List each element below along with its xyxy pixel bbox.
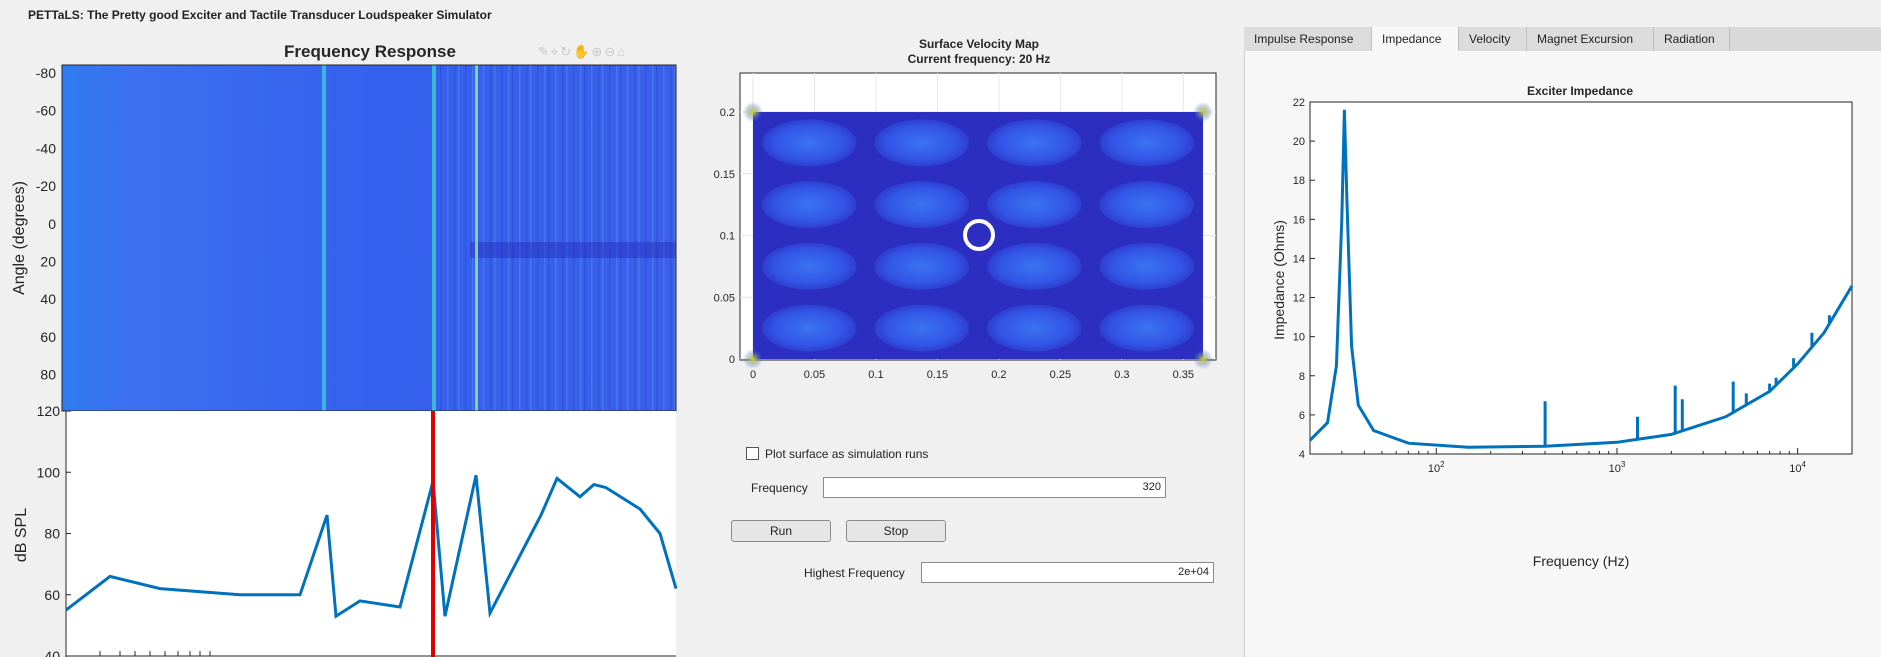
impedance-ytick-label: 22 bbox=[1293, 97, 1305, 109]
home-icon[interactable]: ⌂ bbox=[617, 44, 627, 59]
impedance-ytick-label: 10 bbox=[1293, 332, 1305, 344]
spl-ytick-label: 120 bbox=[37, 403, 61, 419]
impedance-xlabel: Frequency (Hz) bbox=[1533, 553, 1629, 569]
zoom-in-icon[interactable]: ⊕ bbox=[591, 44, 604, 59]
velocity-ytick-label: 0.15 bbox=[714, 169, 735, 181]
spl-plot bbox=[65, 411, 678, 657]
velocity-xtick-label: 0.15 bbox=[927, 369, 948, 381]
impedance-ytick-label: 6 bbox=[1299, 410, 1305, 422]
stop-button[interactable]: Stop bbox=[846, 520, 946, 542]
impedance-chart: Exciter Impedance 22 20 18 16 14 12 10 8 6 4 102 10… bbox=[1271, 84, 1854, 569]
impedance-chart-title: Exciter Impedance bbox=[1527, 84, 1633, 98]
impedance-ytick-label: 18 bbox=[1293, 175, 1305, 187]
heatmap-ytick-label: -60 bbox=[36, 103, 56, 119]
impedance-ytick-label: 14 bbox=[1293, 253, 1305, 265]
impedance-ytick-label: 20 bbox=[1293, 136, 1305, 148]
rotate-icon[interactable]: ↻ bbox=[560, 44, 573, 59]
heatmap-ytick-label: -40 bbox=[36, 140, 56, 156]
velocity-xtick-label: 0.05 bbox=[804, 369, 825, 381]
impedance-xtick-label: 102 bbox=[1428, 460, 1445, 475]
spl-ylabel: dB SPL bbox=[13, 508, 30, 562]
run-button[interactable]: Run bbox=[731, 520, 831, 542]
freq-response-title: Frequency Response bbox=[284, 42, 456, 61]
plot-surface-label: Plot surface as simulation runs bbox=[765, 447, 929, 461]
heatmap-ylabel: Angle (degrees) bbox=[11, 181, 28, 295]
zoom-out-icon[interactable]: ⊖ bbox=[604, 44, 617, 59]
impedance-ytick-label: 16 bbox=[1293, 214, 1305, 226]
heatmap-ytick-label: -80 bbox=[36, 65, 56, 81]
tab-velocity[interactable]: Velocity bbox=[1459, 27, 1527, 51]
heatmap-ytick-label: 60 bbox=[40, 329, 56, 345]
angle-heatmap bbox=[61, 64, 677, 412]
velocity-xtick-label: 0.1 bbox=[868, 369, 883, 381]
highest-frequency-label: Highest Frequency bbox=[804, 566, 905, 580]
heatmap-ytick-label: 80 bbox=[40, 367, 56, 383]
data-tip-icon[interactable]: ⌖ bbox=[551, 44, 560, 59]
spl-ytick-label: 40 bbox=[44, 648, 60, 657]
impedance-ytick-label: 12 bbox=[1293, 293, 1305, 305]
pan-icon[interactable]: ✋ bbox=[573, 44, 591, 59]
impedance-xtick-label: 103 bbox=[1609, 460, 1626, 475]
velocity-surface bbox=[743, 102, 1213, 369]
velocity-ytick-label: 0.1 bbox=[720, 231, 735, 243]
impedance-ytick-label: 8 bbox=[1299, 371, 1305, 383]
velocity-xtick-label: 0.35 bbox=[1173, 369, 1194, 381]
heatmap-ytick-label: -20 bbox=[36, 178, 56, 194]
tab-impulse-response[interactable]: Impulse Response bbox=[1244, 27, 1372, 51]
plot-surface-checkbox[interactable] bbox=[746, 447, 759, 460]
impedance-ylabel: Impedance (Ohms) bbox=[1271, 220, 1287, 340]
highest-frequency-input[interactable]: 2e+04 bbox=[921, 562, 1214, 583]
tab-impedance[interactable]: Impedance bbox=[1372, 27, 1459, 51]
tab-magnet-excursion[interactable]: Magnet Excursion bbox=[1527, 27, 1654, 51]
surface-velocity-panel: Surface Velocity Map Current frequency: … bbox=[714, 37, 1217, 381]
spl-ytick-label: 100 bbox=[37, 464, 61, 480]
velocity-map-subtitle: Current frequency: 20 Hz bbox=[908, 52, 1051, 66]
axes-toolbar[interactable]: ✎⌖↻✋⊕⊖⌂ bbox=[538, 44, 627, 60]
velocity-xtick-label: 0 bbox=[750, 369, 756, 381]
brush-icon[interactable]: ✎ bbox=[538, 44, 551, 59]
heatmap-ytick-label: 40 bbox=[40, 291, 56, 307]
spl-ytick-label: 80 bbox=[44, 526, 60, 542]
spl-ytick-label: 60 bbox=[44, 587, 60, 603]
tab-radiation[interactable]: Radiation bbox=[1654, 27, 1730, 51]
impedance-ytick-label: 4 bbox=[1299, 449, 1305, 461]
velocity-ytick-label: 0 bbox=[729, 354, 735, 366]
velocity-ytick-label: 0.05 bbox=[714, 292, 735, 304]
velocity-map-title: Surface Velocity Map bbox=[919, 37, 1039, 51]
velocity-xtick-label: 0.2 bbox=[991, 369, 1006, 381]
frequency-input[interactable]: 320 bbox=[823, 477, 1166, 498]
heatmap-ytick-label: 0 bbox=[48, 216, 56, 232]
heatmap-ytick-label: 20 bbox=[40, 254, 56, 270]
impedance-xtick-label: 104 bbox=[1789, 460, 1806, 475]
velocity-ytick-label: 0.2 bbox=[720, 107, 735, 119]
frequency-response-panel: Frequency Response -80 -60 -40 -20 0 20 40 60 80… bbox=[11, 42, 678, 657]
velocity-xtick-label: 0.25 bbox=[1050, 369, 1071, 381]
app-title: PETTaLS: The Pretty good Exciter and Tac… bbox=[28, 8, 492, 22]
plot-tabs: Impulse Response Impedance Velocity Magn… bbox=[1244, 27, 1881, 52]
velocity-xtick-label: 0.3 bbox=[1114, 369, 1129, 381]
frequency-label: Frequency bbox=[751, 481, 808, 495]
